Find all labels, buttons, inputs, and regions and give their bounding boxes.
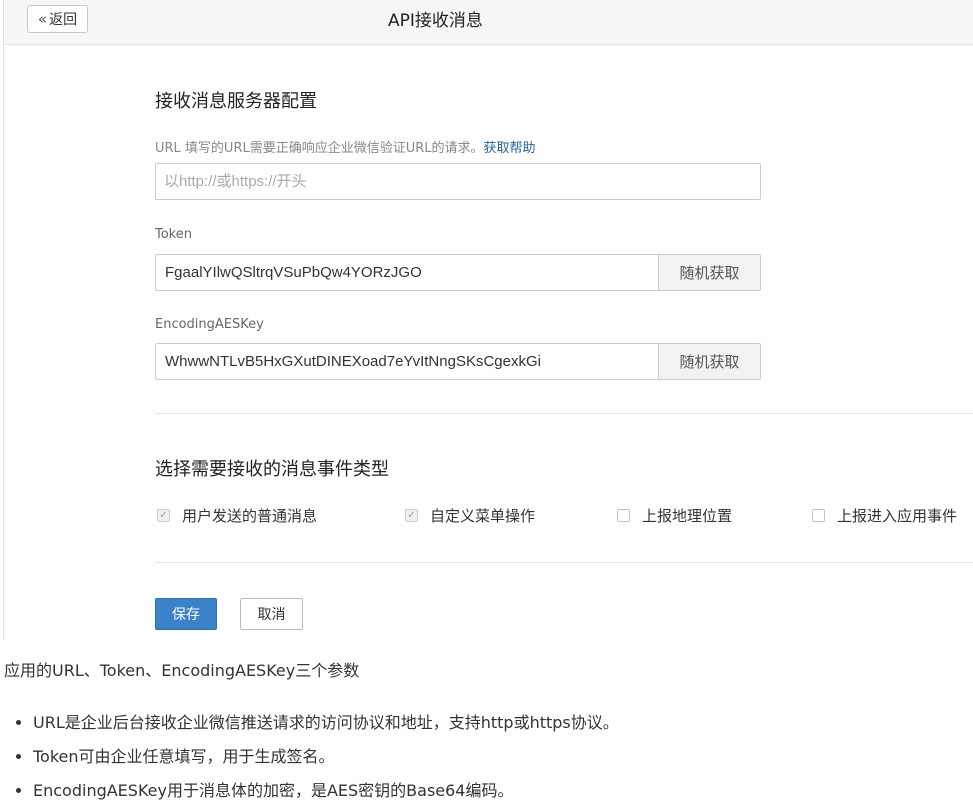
event-option-normal-message[interactable]: ✓ 用户发送的普通消息 — [157, 505, 317, 526]
url-hint-text: URL 填写的URL需要正确响应企业微信验证URL的请求。 — [155, 141, 484, 156]
page-title: API接收消息 — [388, 11, 483, 31]
token-label: Token — [155, 227, 192, 242]
event-option-label: 上报地理位置 — [642, 507, 733, 525]
event-option-label: 上报进入应用事件 — [837, 507, 958, 525]
token-random-button[interactable]: 随机获取 — [658, 255, 760, 290]
aeskey-field: WhwwNTLvB5HxGXutDINEXoad7eYvItNngSKsCgex… — [155, 343, 761, 380]
actions-divider — [155, 562, 973, 563]
checkbox-checked-icon[interactable]: ✓ — [157, 509, 170, 522]
save-button[interactable]: 保存 — [155, 598, 217, 630]
event-option-location[interactable]: 上报地理位置 — [617, 505, 732, 526]
checkbox-unchecked-icon[interactable] — [617, 509, 630, 522]
doc-bullet-token: Token可由企业任意填写，用于生成签名。 — [33, 740, 619, 774]
token-field: FgaalYIlwQSltrqVSuPbQw4YORzJGO 随机获取 — [155, 254, 761, 291]
checkbox-checked-icon[interactable]: ✓ — [405, 509, 418, 522]
event-option-label: 自定义菜单操作 — [430, 507, 536, 525]
checkbox-unchecked-icon[interactable] — [812, 509, 825, 522]
doc-bullet-url: URL是企业后台接收企业微信推送请求的访问协议和地址，支持http或https协… — [33, 706, 619, 740]
url-hint: URL 填写的URL需要正确响应企业微信验证URL的请求。获取帮助 — [155, 137, 536, 156]
api-config-panel: « 返回 API接收消息 接收消息服务器配置 URL 填写的URL需要正确响应企… — [3, 0, 973, 640]
help-link[interactable]: 获取帮助 — [484, 141, 536, 156]
event-option-enter-app[interactable]: 上报进入应用事件 — [812, 505, 957, 526]
aeskey-label: EncodingAESKey — [155, 317, 264, 332]
server-config-title: 接收消息服务器配置 — [155, 91, 317, 112]
doc-bullet-aeskey: EncodingAESKey用于消息体的加密，是AES密钥的Base64编码。 — [33, 774, 619, 808]
section-divider — [155, 413, 973, 414]
event-option-label: 用户发送的普通消息 — [182, 507, 318, 525]
event-option-custom-menu[interactable]: ✓ 自定义菜单操作 — [405, 505, 535, 526]
doc-intro: 应用的URL、Token、EncodingAESKey三个参数 — [4, 661, 360, 680]
url-field-wrapper — [155, 163, 761, 200]
top-bar: « 返回 API接收消息 — [4, 0, 973, 45]
url-input[interactable] — [156, 164, 760, 199]
cancel-button[interactable]: 取消 — [240, 598, 303, 630]
event-types-title: 选择需要接收的消息事件类型 — [155, 459, 389, 480]
doc-bullet-list: URL是企业后台接收企业微信推送请求的访问协议和地址，支持http或https协… — [16, 706, 619, 808]
aeskey-input[interactable]: WhwwNTLvB5HxGXutDINEXoad7eYvItNngSKsCgex… — [156, 344, 541, 379]
aeskey-random-button[interactable]: 随机获取 — [658, 344, 760, 379]
token-input[interactable]: FgaalYIlwQSltrqVSuPbQw4YORzJGO — [156, 255, 422, 290]
